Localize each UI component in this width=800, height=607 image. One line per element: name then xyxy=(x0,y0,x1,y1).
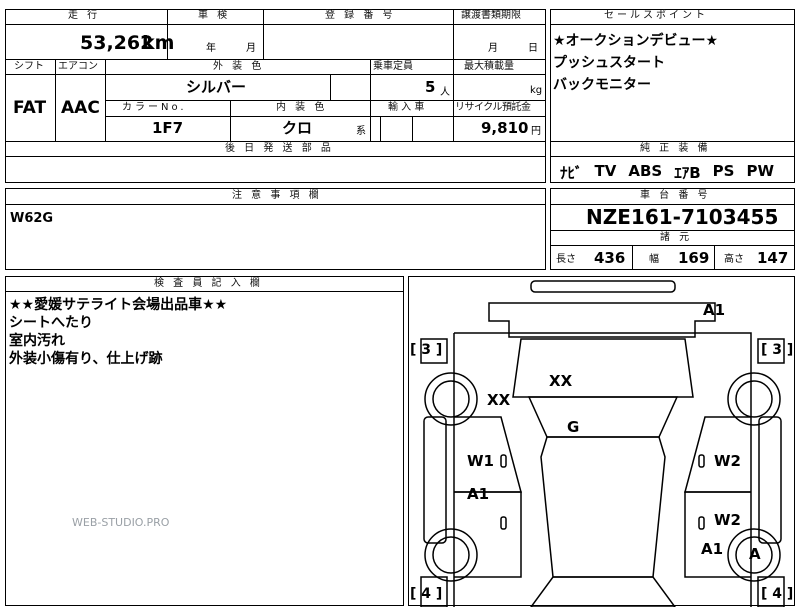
chassis-number: NZE161-7103455 xyxy=(586,205,779,229)
shift-value: FAT xyxy=(13,98,47,118)
color-no-label: カラーNo. xyxy=(122,102,187,113)
left-front-wheel-inner xyxy=(432,380,470,418)
recycle-unit: 円 xyxy=(531,126,541,137)
color-no-value: 1F7 xyxy=(152,119,184,137)
import-label: 輸 入 車 xyxy=(388,102,425,113)
aircon-value: AAC xyxy=(61,98,100,118)
interior-color-label: 内 装 色 xyxy=(276,102,328,113)
inspection-label: 車 検 xyxy=(198,10,231,21)
shift-label: シフト xyxy=(14,61,44,72)
length-label: 長さ xyxy=(556,254,576,265)
right-front-handle xyxy=(698,454,705,468)
car-diagram-box: A1 XX XX G W1 W2 A1 W2 A1 A [ 3 ] [ 3 ] … xyxy=(408,276,795,607)
bracket-left-front: [ 3 ] xyxy=(410,342,443,358)
height-value: 147 xyxy=(757,249,789,267)
dims-label: 諸 元 xyxy=(660,232,693,243)
bracket-left-rear: [ 4 ] xyxy=(410,586,443,602)
equipment-item: ABS xyxy=(628,162,663,180)
inspector-notes: ★★愛媛サテライト会場出品車★★ シートへたり 室内汚れ 外装小傷有り、仕上げ跡 xyxy=(9,296,227,368)
capacity-unit: 人 xyxy=(440,87,450,98)
mark-front-right: A1 xyxy=(703,301,726,319)
mark-right-front-door: W2 xyxy=(714,452,741,470)
left-rear-door xyxy=(454,491,522,578)
right-sill xyxy=(758,416,782,544)
roof xyxy=(540,436,666,578)
transfer-month: 月 xyxy=(488,43,498,54)
inspector-note: シートへたり xyxy=(9,315,93,331)
car-diagram xyxy=(420,280,785,607)
windshield xyxy=(527,396,679,438)
chassis-label: 車 台 番 号 xyxy=(640,190,711,201)
mileage-unit: km xyxy=(142,32,175,54)
exterior-color-label: 外 装 色 xyxy=(213,61,265,72)
left-sill xyxy=(423,416,447,544)
inspector-label: 検 査 員 記 入 欄 xyxy=(154,278,263,289)
bracket-right-rear: [ 4 ] xyxy=(761,586,794,602)
mark-right-rear-fender: A1 xyxy=(701,540,724,558)
mark-left-front-fender: XX xyxy=(487,391,511,409)
sales-point-item: バックモニター xyxy=(553,77,651,93)
left-front-handle xyxy=(500,454,507,468)
inspector-note: ★★愛媛サテライト会場出品車★★ xyxy=(9,297,228,313)
interior-color-suffix: 系 xyxy=(356,126,366,137)
bracket-right-front: [ 3 ] xyxy=(761,342,794,358)
right-rear-door xyxy=(684,491,751,578)
equipment-item: ﾅﾋﾞ xyxy=(560,164,583,182)
front-bumper xyxy=(488,302,716,338)
width-value: 169 xyxy=(678,249,710,267)
watermark: WEB-STUDIO.PRO xyxy=(72,516,170,529)
mark-hood: XX xyxy=(549,372,573,390)
mark-left-front-door: W1 xyxy=(467,452,494,470)
caution-label: 注 意 事 項 欄 xyxy=(232,190,322,201)
registration-label: 登 録 番 号 xyxy=(325,10,396,21)
mark-left-rear-door: A1 xyxy=(467,485,490,503)
later-parts-label: 後 日 発 送 部 品 xyxy=(225,143,334,154)
recycle-label: リサイクル預託金 xyxy=(455,102,531,113)
max-load-label: 最大積載量 xyxy=(464,61,514,72)
caution-text: W62G xyxy=(10,211,54,226)
equipment-list: ﾅﾋﾞ TV ABS ｴｱB PS PW xyxy=(560,162,774,183)
sales-point-item: ★オークションデビュー★ xyxy=(553,33,719,49)
width-label: 幅 xyxy=(649,254,659,265)
hood xyxy=(512,338,694,398)
aircon-label: エアコン xyxy=(58,61,98,72)
transfer-day: 日 xyxy=(528,43,538,54)
right-rear-handle xyxy=(698,516,705,530)
body-outline xyxy=(453,332,752,607)
capacity-value: 5 xyxy=(425,78,436,96)
max-load-unit: kg xyxy=(530,85,543,96)
inspection-month: 月 xyxy=(246,43,256,54)
length-value: 436 xyxy=(594,249,626,267)
inspector-note: 室内汚れ xyxy=(9,333,65,349)
left-rear-handle xyxy=(500,516,507,530)
top-bar xyxy=(530,280,676,293)
inspection-year: 年 xyxy=(206,43,216,54)
equipment-item: TV xyxy=(594,162,617,180)
rear-window xyxy=(530,576,676,607)
recycle-value: 9,810 xyxy=(481,119,529,137)
exterior-color-value: シルバー xyxy=(186,78,247,96)
equipment-item: ｴｱB xyxy=(674,164,701,182)
equipment-item: PS xyxy=(712,162,735,180)
equipment-label: 純 正 装 備 xyxy=(640,143,711,154)
height-label: 高さ xyxy=(724,254,744,265)
right-front-wheel-inner xyxy=(735,380,773,418)
inspector-note: 外装小傷有り、仕上げ跡 xyxy=(9,351,163,367)
sales-point-label: セールスポイント xyxy=(604,10,708,21)
sales-point-item: プッシュスタート xyxy=(553,55,665,71)
mark-right-rear-wheel: A xyxy=(749,545,761,563)
capacity-label: 乗車定員 xyxy=(373,61,413,72)
interior-color-value: クロ xyxy=(282,119,313,137)
mark-right-rear-door: W2 xyxy=(714,511,741,529)
sales-point-list: ★オークションデビュー★ プッシュスタート バックモニター xyxy=(553,30,718,96)
equipment-item: PW xyxy=(746,162,774,180)
mileage-label: 走 行 xyxy=(68,10,101,21)
transfer-deadline-label: 譲渡書類期限 xyxy=(461,10,521,21)
mark-windshield: G xyxy=(567,418,580,436)
